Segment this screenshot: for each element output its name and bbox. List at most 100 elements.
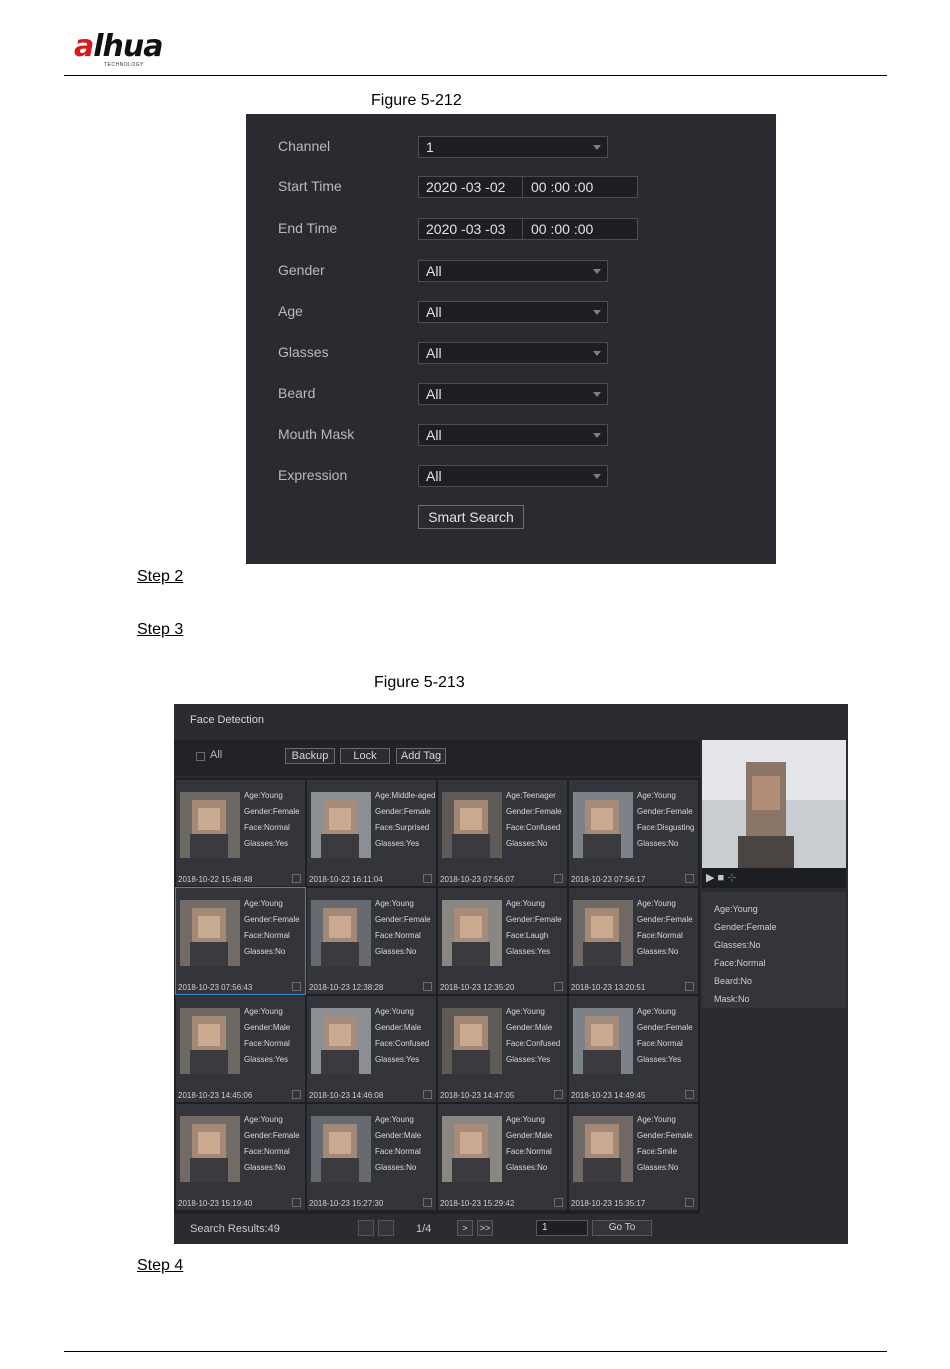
attr-glasses: Glasses:No — [375, 1163, 417, 1172]
capture-timestamp: 2018-10-23 15:27:30 — [309, 1199, 384, 1208]
attr-age: Age:Young — [375, 1115, 414, 1124]
attr-gender: Gender:Female — [375, 807, 431, 816]
card-checkbox[interactable] — [554, 1198, 563, 1207]
card-checkbox[interactable] — [292, 874, 301, 883]
play-icon[interactable]: ▶ — [706, 872, 714, 884]
attr-age: Age:Young — [375, 1007, 414, 1016]
select-all-checkbox[interactable] — [196, 752, 205, 761]
attr-gender: Gender:Female — [637, 915, 693, 924]
face-result-card[interactable]: Age:Teenager Gender:Female Face:Confused Gl… — [438, 780, 567, 886]
face-thumbnail — [311, 792, 371, 858]
face-result-card[interactable]: Age:Young Gender:Female Face:Normal Glasses… — [569, 888, 698, 994]
face-result-card[interactable]: Age:Young Gender:Female Face:Laugh Glasses:… — [438, 888, 567, 994]
card-checkbox[interactable] — [292, 982, 301, 991]
face-result-card[interactable]: Age:Young Gender:Female Face:Smile Glasses:… — [569, 1104, 698, 1210]
card-checkbox[interactable] — [423, 1198, 432, 1207]
beard-select[interactable]: All — [418, 383, 608, 405]
window-title: Face Detection — [190, 714, 264, 726]
attr-face: Face:Confused — [375, 1039, 430, 1048]
face-attributes: Age:Young Gender:Female Face:Normal Glasses… — [244, 1112, 300, 1176]
card-checkbox[interactable] — [554, 1090, 563, 1099]
face-result-card[interactable]: Age:Young Gender:Male Face:Confused Glasses… — [307, 996, 436, 1102]
attr-age: Age:Young — [244, 1007, 283, 1016]
end-time-input[interactable]: 2020 -03 -03 00 :00 :00 — [418, 218, 638, 240]
attr-gender: Gender:Male — [375, 1023, 422, 1032]
chevron-down-icon — [593, 351, 601, 356]
start-time-row: Start Time 2020 -03 -02 00 :00 :00 — [246, 176, 776, 200]
face-result-card[interactable]: Age:Young Gender:Male Face:Normal Glasses:Y… — [176, 996, 305, 1102]
capture-timestamp: 2018-10-23 15:29:42 — [440, 1199, 515, 1208]
card-checkbox[interactable] — [685, 1090, 694, 1099]
attr-face: Face:Normal — [637, 1039, 683, 1048]
smart-search-button[interactable]: Smart Search — [418, 505, 524, 529]
card-checkbox[interactable] — [423, 874, 432, 883]
prev-page-button[interactable] — [378, 1220, 394, 1236]
first-page-button[interactable] — [358, 1220, 374, 1236]
attr-gender: Gender:Male — [506, 1023, 553, 1032]
capture-timestamp: 2018-10-23 14:45:06 — [178, 1091, 253, 1100]
page-number-input[interactable]: 1 — [536, 1220, 588, 1236]
face-result-card[interactable]: Age:Young Gender:Female Face:Normal Glasses… — [175, 887, 306, 995]
attr-age: Age:Young — [506, 1115, 545, 1124]
capture-timestamp: 2018-10-23 07:56:07 — [440, 875, 515, 884]
card-checkbox[interactable] — [554, 982, 563, 991]
detail-attribute: Age:Young — [714, 904, 758, 914]
next-page-button[interactable]: > — [457, 1220, 473, 1236]
face-attributes: Age:Young Gender:Female Face:Normal Glasses… — [244, 788, 300, 852]
step-3-label: Step 3 — [137, 621, 184, 638]
gender-select[interactable]: All — [418, 260, 608, 282]
card-checkbox[interactable] — [423, 982, 432, 991]
card-checkbox[interactable] — [423, 1090, 432, 1099]
glasses-select[interactable]: All — [418, 342, 608, 364]
channel-label: Channel — [278, 138, 331, 154]
end-time-label: End Time — [278, 220, 338, 236]
face-result-card[interactable]: Age:Young Gender:Female Face:Normal Glasses… — [569, 996, 698, 1102]
attr-face: Face:Normal — [244, 931, 290, 940]
face-attributes: Age:Young Gender:Female Face:Smile Glasses:… — [637, 1112, 693, 1176]
age-select[interactable]: All — [418, 301, 608, 323]
backup-button[interactable]: Backup — [285, 748, 335, 764]
chevron-down-icon — [593, 310, 601, 315]
lock-button[interactable]: Lock — [340, 748, 390, 764]
go-to-button[interactable]: Go To — [592, 1220, 652, 1236]
face-thumbnail — [180, 792, 240, 858]
window-title-bar: Face Detection — [174, 704, 848, 738]
start-time-input[interactable]: 2020 -03 -02 00 :00 :00 — [418, 176, 638, 198]
face-result-card[interactable]: Age:Young Gender:Male Face:Normal Glasses:N… — [307, 1104, 436, 1210]
face-result-card[interactable]: Age:Middle-aged Gender:Female Face:Surpris… — [307, 780, 436, 886]
add-tag-button[interactable]: Add Tag — [396, 748, 446, 764]
face-result-card[interactable]: Age:Young Gender:Female Face:Normal Glasses… — [176, 780, 305, 886]
end-time-row: End Time 2020 -03 -03 00 :00 :00 — [246, 218, 776, 242]
card-checkbox[interactable] — [685, 982, 694, 991]
attr-glasses: Glasses:Yes — [506, 947, 551, 956]
face-result-card[interactable]: Age:Young Gender:Female Face:Disgusting Gla… — [569, 780, 698, 886]
face-thumbnail — [311, 1008, 371, 1074]
face-thumbnail — [442, 900, 502, 966]
capture-timestamp: 2018-10-23 07:56:43 — [178, 983, 253, 992]
face-results-grid: Age:Young Gender:Female Face:Normal Glasses… — [174, 778, 700, 1214]
card-checkbox[interactable] — [685, 874, 694, 883]
tag-icon[interactable]: ⊹ — [727, 872, 736, 884]
last-page-button[interactable]: >> — [477, 1220, 493, 1236]
expression-select[interactable]: All — [418, 465, 608, 487]
card-checkbox[interactable] — [292, 1198, 301, 1207]
face-result-card[interactable]: Age:Young Gender:Male Face:Normal Glasses:N… — [438, 1104, 567, 1210]
mouth-mask-value: All — [426, 427, 442, 443]
capture-timestamp: 2018-10-22 15:48:48 — [178, 875, 253, 884]
channel-select[interactable]: 1 — [418, 136, 608, 158]
face-result-card[interactable]: Age:Young Gender:Female Face:Normal Glasses… — [307, 888, 436, 994]
stop-icon[interactable]: ■ — [718, 872, 725, 884]
attr-age: Age:Teenager — [506, 791, 556, 800]
card-checkbox[interactable] — [292, 1090, 301, 1099]
face-result-card[interactable]: Age:Young Gender:Female Face:Normal Glasses… — [176, 1104, 305, 1210]
face-thumbnail — [180, 1116, 240, 1182]
attr-gender: Gender:Female — [244, 915, 300, 924]
card-checkbox[interactable] — [554, 874, 563, 883]
page-indicator: 1/4 — [416, 1223, 432, 1235]
step-2-label: Step 2 — [137, 568, 184, 585]
chevron-down-icon — [593, 145, 601, 150]
face-result-card[interactable]: Age:Young Gender:Male Face:Confused Glasses… — [438, 996, 567, 1102]
mouth-mask-select[interactable]: All — [418, 424, 608, 446]
capture-timestamp: 2018-10-23 14:47:05 — [440, 1091, 515, 1100]
card-checkbox[interactable] — [685, 1198, 694, 1207]
